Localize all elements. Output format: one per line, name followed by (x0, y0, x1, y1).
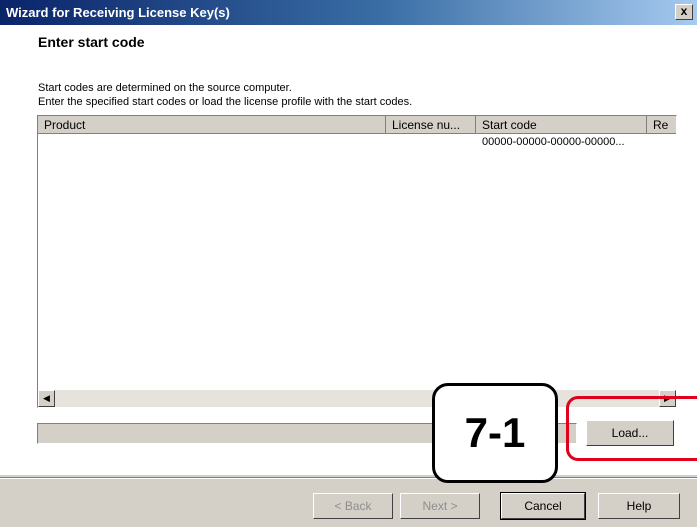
title-bar: Wizard for Receiving License Key(s) x (0, 0, 697, 25)
cancel-button[interactable]: Cancel (500, 492, 586, 520)
column-header-start-code[interactable]: Start code (476, 116, 647, 134)
help-button[interactable]: Help (598, 493, 680, 519)
start-code-cell[interactable]: 00000-00000-00000-00000... (482, 136, 625, 148)
license-list[interactable]: Product License nu... Start code Re 0000… (37, 115, 677, 408)
column-header-product[interactable]: Product (38, 116, 386, 134)
column-header-re[interactable]: Re (647, 116, 676, 134)
footer-separator (0, 477, 697, 479)
highlight-box (566, 396, 697, 461)
window-title: Wizard for Receiving License Key(s) (6, 5, 230, 20)
close-icon[interactable]: x (675, 4, 693, 20)
wizard-window: Wizard for Receiving License Key(s) x En… (0, 0, 697, 527)
description-line-2: Enter the specified start codes or load … (38, 96, 413, 108)
column-header-license-number[interactable]: License nu... (386, 116, 476, 134)
step-callout: 7-1 (432, 383, 558, 483)
next-button[interactable]: Next > (400, 493, 480, 519)
page-heading: Enter start code (38, 34, 145, 50)
scroll-left-icon[interactable]: ◀ (38, 390, 55, 407)
description-line-1: Start codes are determined on the source… (38, 82, 292, 94)
back-button[interactable]: < Back (313, 493, 393, 519)
